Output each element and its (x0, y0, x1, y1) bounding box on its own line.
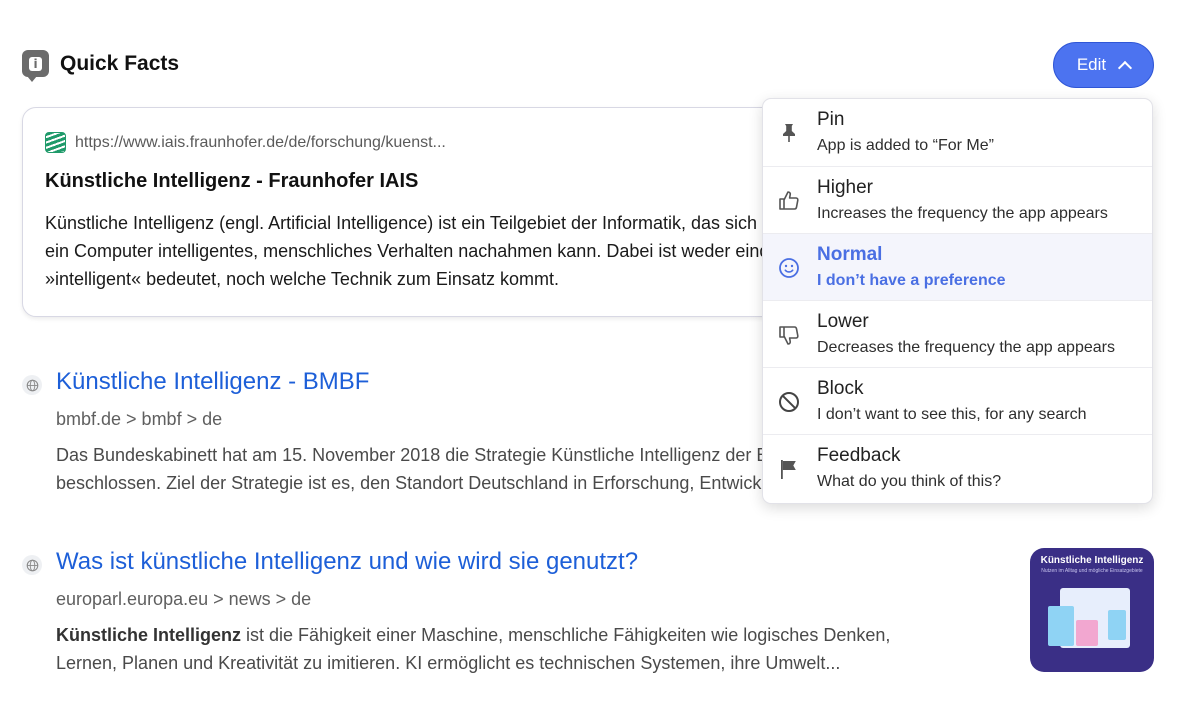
menu-item-desc: I don’t want to see this, for any search (817, 406, 1087, 423)
result-snippet: Künstliche Intelligenz ist die Fähigkeit… (56, 621, 890, 677)
thumbnail-illustration (1076, 620, 1098, 646)
menu-item-pin[interactable]: Pin App is added to “For Me” (763, 99, 1152, 166)
menu-item-desc: I don’t have a preference (817, 272, 1006, 289)
result-title-link[interactable]: Künstliche Intelligenz - BMBF (56, 368, 369, 396)
source-url-text: https://www.iais.fraunhofer.de/de/forsch… (75, 133, 446, 151)
menu-item-desc: Decreases the frequency the app appears (817, 339, 1115, 356)
fraunhofer-favicon-icon (45, 132, 66, 153)
menu-item-desc: App is added to “For Me” (817, 137, 994, 154)
globe-icon (22, 375, 42, 395)
quick-facts-title: Quick Facts (60, 51, 180, 75)
menu-item-normal[interactable]: Normal I don’t have a preference (763, 233, 1152, 301)
thumbs-down-icon (779, 326, 799, 345)
edit-button-label: Edit (1076, 55, 1107, 74)
thumbnail-title: Künstliche Intelligenz (1040, 555, 1144, 566)
ranking-dropdown-menu: Pin App is added to “For Me” Higher Incr… (762, 98, 1153, 504)
info-icon: i (22, 50, 49, 82)
thumbnail-illustration (1048, 606, 1074, 646)
menu-item-label: Feedback (817, 445, 901, 466)
chevron-up-icon (1120, 63, 1130, 73)
source-url[interactable]: https://www.iais.fraunhofer.de/de/forsch… (45, 132, 446, 153)
menu-item-label: Pin (817, 109, 845, 130)
menu-item-block[interactable]: Block I don’t want to see this, for any … (763, 367, 1152, 435)
thumbnail-subtitle: Nutzen im Alltag und mögliche Einsatzgeb… (1041, 568, 1143, 574)
block-icon (779, 392, 799, 412)
menu-item-feedback[interactable]: Feedback What do you think of this? (763, 434, 1152, 502)
snippet-line: Künstliche Intelligenz ist die Fähigkeit… (56, 621, 890, 649)
quick-facts-heading[interactable]: Künstliche Intelligenz - Fraunhofer IAIS (45, 170, 418, 193)
menu-item-desc: Increases the frequency the app appears (817, 205, 1108, 222)
result-breadcrumb[interactable]: europarl.europa.eu > news > de (56, 589, 311, 610)
snippet-highlight: Künstliche Intelligenz (56, 625, 242, 645)
result-thumbnail[interactable]: Künstliche Intelligenz Nutzen im Alltag … (1030, 548, 1154, 672)
quick-facts-header: i Quick Facts (22, 50, 180, 82)
menu-item-label: Block (817, 378, 864, 399)
menu-item-lower[interactable]: Lower Decreases the frequency the app ap… (763, 300, 1152, 368)
snippet-line: Lernen, Planen und Kreativität zu imitie… (56, 653, 841, 673)
smiley-icon (779, 258, 799, 278)
menu-item-desc: What do you think of this? (817, 473, 1002, 490)
result-title-link[interactable]: Was ist künstliche Intelligenz und wie w… (56, 548, 638, 576)
globe-icon (22, 555, 42, 575)
edit-button[interactable]: Edit (1053, 42, 1154, 88)
menu-item-higher[interactable]: Higher Increases the frequency the app a… (763, 166, 1152, 234)
thumbs-up-icon (779, 191, 799, 210)
snippet-text: ist die Fähigkeit einer Maschine, mensch… (241, 625, 891, 645)
flag-icon (781, 460, 796, 479)
menu-item-label: Lower (817, 311, 869, 332)
menu-item-label: Normal (817, 244, 883, 265)
thumbnail-illustration (1108, 610, 1126, 640)
menu-item-label: Higher (817, 177, 873, 198)
pin-icon (783, 124, 795, 142)
result-breadcrumb[interactable]: bmbf.de > bmbf > de (56, 409, 222, 430)
